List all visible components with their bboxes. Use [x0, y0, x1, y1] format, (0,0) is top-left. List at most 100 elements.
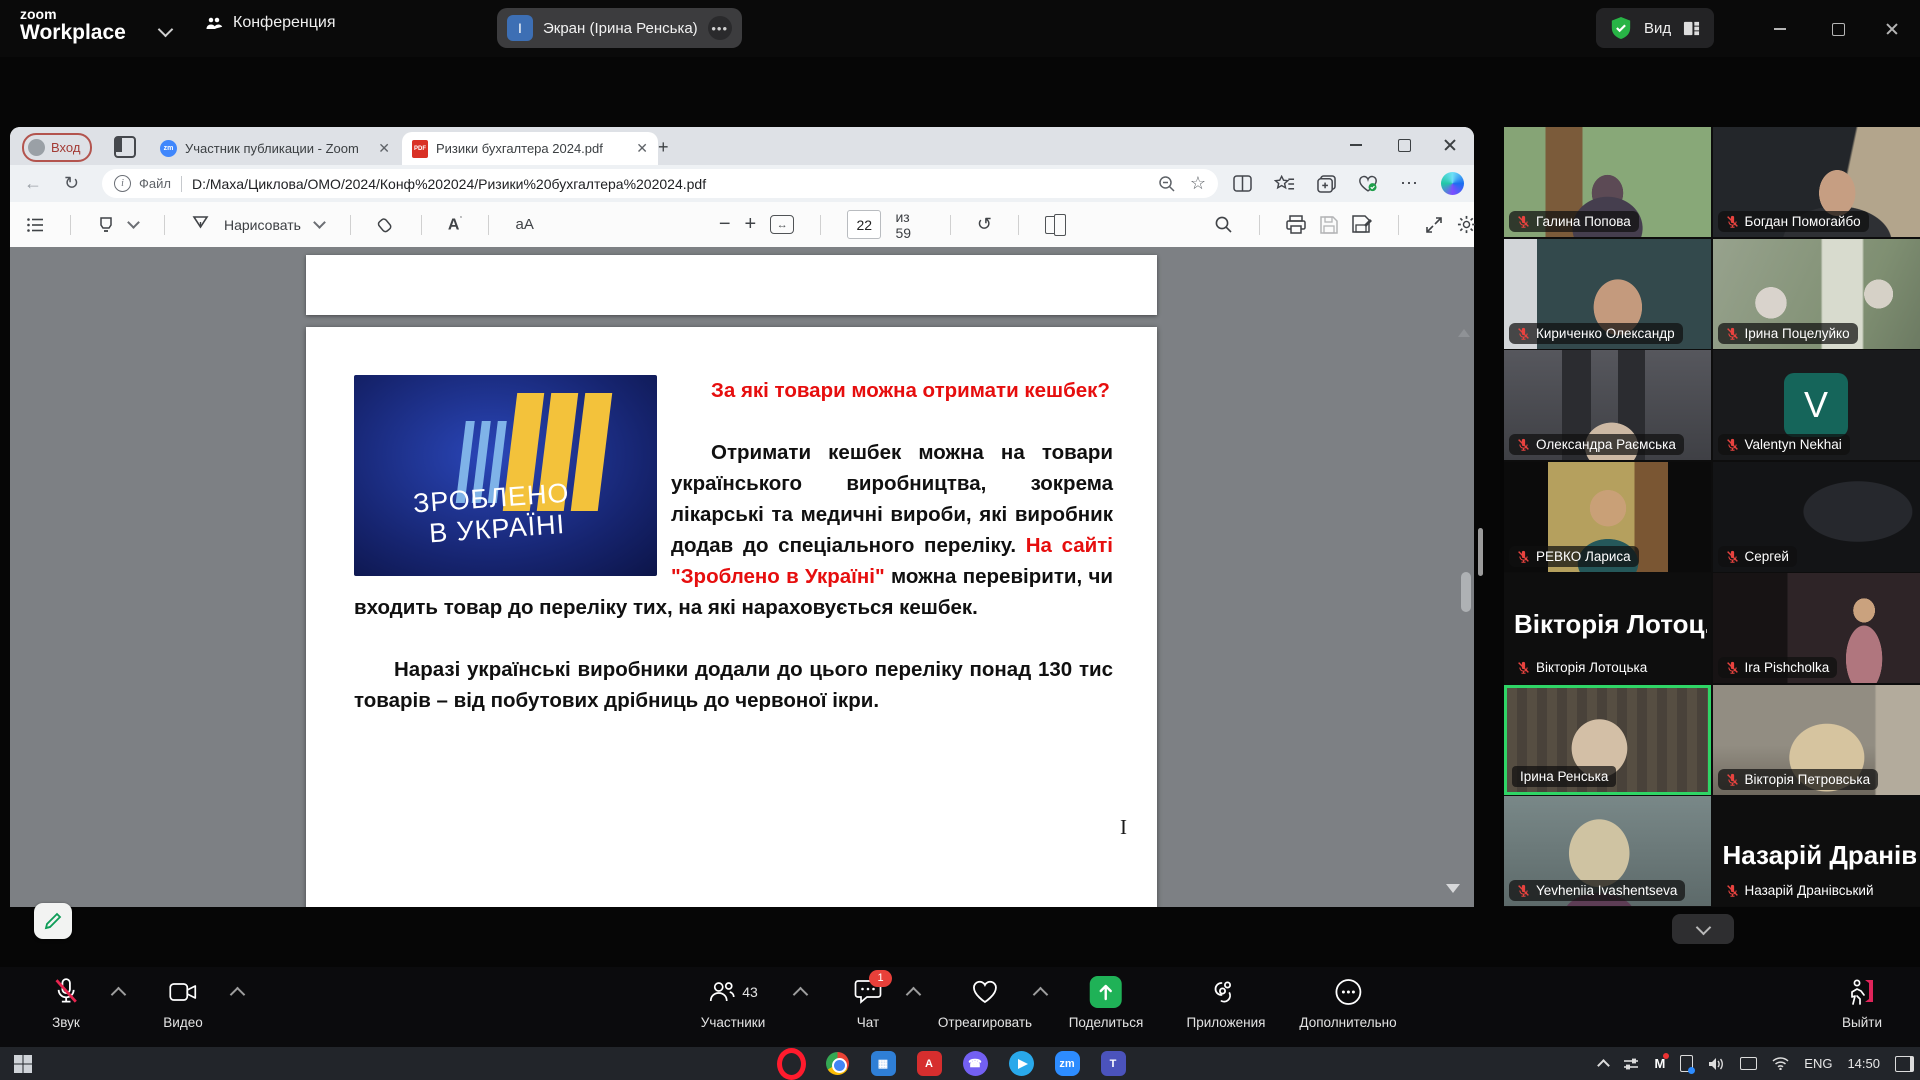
participant-tile[interactable]: РЕВКО Лариса — [1504, 462, 1711, 572]
back-icon[interactable]: ← — [24, 173, 42, 194]
browser-tab-zoom[interactable]: zm Участник публикации - Zoom ✕ — [150, 132, 400, 165]
video-button[interactable]: Видео — [163, 976, 202, 1030]
browser-settings-more-icon[interactable]: ⋯ — [1400, 173, 1419, 194]
scroll-down-arrow[interactable] — [1446, 884, 1460, 893]
participant-tile-active-speaker[interactable]: Ірина Ренська — [1504, 685, 1711, 795]
view-controls[interactable]: Вид — [1596, 8, 1714, 48]
restore-button[interactable] — [1818, 16, 1858, 42]
tab-close-icon[interactable]: ✕ — [636, 140, 648, 157]
collections-icon[interactable] — [1317, 175, 1336, 193]
meeting-tab[interactable]: Конференция — [205, 14, 336, 32]
scroll-up-arrow[interactable] — [1458, 329, 1470, 337]
language-indicator[interactable]: ENG — [1804, 1056, 1832, 1071]
tray-mail-icon[interactable]: M — [1654, 1056, 1665, 1071]
tab-search-icon[interactable] — [114, 136, 136, 158]
zoom-in-icon[interactable]: + — [745, 213, 757, 236]
print-icon[interactable] — [1286, 215, 1306, 234]
save-as-icon[interactable] — [1352, 215, 1372, 234]
share-more-icon[interactable]: ••• — [708, 16, 732, 40]
display-icon[interactable] — [1740, 1057, 1757, 1070]
participant-tile[interactable]: Ірина Поцелуйко — [1713, 239, 1920, 349]
settings-gear-icon[interactable] — [1457, 215, 1476, 234]
participant-tile[interactable]: Вікторія Петровська — [1713, 685, 1920, 795]
taskbar-app-viber[interactable]: ☎ — [952, 1047, 998, 1080]
participants-options-caret[interactable] — [793, 987, 809, 1003]
address-field[interactable]: i Файл D:/Maxa/Циклова/ОМО/2024/Конф%202… — [102, 169, 1218, 198]
draw-pen-icon[interactable] — [191, 215, 210, 234]
reactions-button[interactable]: Отреагировать — [938, 976, 1032, 1030]
audio-options-caret[interactable] — [111, 987, 127, 1003]
participant-tile[interactable]: VValentyn Nekhai — [1713, 350, 1920, 460]
participant-tile[interactable]: Сергей — [1713, 462, 1920, 572]
phone-link-icon[interactable] — [1680, 1055, 1693, 1072]
copilot-icon[interactable] — [1441, 172, 1464, 195]
participant-tile[interactable]: Ira Pishcholka — [1713, 573, 1920, 683]
participant-tile[interactable]: Кириченко Олександр — [1504, 239, 1711, 349]
new-tab-button[interactable]: + — [658, 137, 669, 158]
mixer-icon[interactable] — [1623, 1057, 1639, 1071]
panel-resize-handle[interactable] — [1478, 528, 1483, 576]
audio-button[interactable]: Звук — [52, 976, 80, 1030]
clock[interactable]: 14:50 — [1847, 1056, 1880, 1071]
address-url[interactable]: D:/Maxa/Циклова/ОМО/2024/Конф%202024/Риз… — [192, 176, 1144, 192]
tab-close-icon[interactable]: ✕ — [378, 140, 390, 157]
start-button[interactable] — [0, 1047, 46, 1080]
draw-dropdown-icon[interactable] — [313, 216, 326, 229]
favorites-bar-icon[interactable] — [1274, 175, 1295, 193]
participant-tile[interactable]: Олександра Раємська — [1504, 350, 1711, 460]
minimize-button[interactable] — [1760, 16, 1800, 42]
browser-tab-pdf[interactable]: PDF Ризики бухгалтера 2024.pdf ✕ — [402, 132, 658, 165]
participant-tile[interactable]: Yevheniia Ivashentseva — [1504, 796, 1711, 906]
participants-button[interactable]: 43 Участники — [701, 976, 766, 1030]
wifi-icon[interactable] — [1772, 1057, 1789, 1070]
chat-button[interactable]: 1 Чат — [854, 976, 882, 1030]
reload-icon[interactable]: ↻ — [64, 173, 79, 194]
scrollbar-thumb[interactable] — [1461, 572, 1471, 612]
pdf-viewer[interactable]: ЗРОБЛЕНО В УКРАЇНІ За які товари можна о… — [10, 247, 1474, 907]
participant-tile[interactable]: Вікторія Лотоц...Вікторія Лотоцька — [1504, 573, 1711, 683]
browser-close-button[interactable] — [1428, 127, 1472, 163]
taskbar-app-teams[interactable]: T — [1090, 1047, 1136, 1080]
participant-tile[interactable]: Богдан Помогайбо — [1713, 127, 1920, 237]
browser-essentials-icon[interactable] — [1358, 175, 1378, 193]
participant-tile[interactable]: Назарій Дранів...Назарій Дранівський — [1713, 796, 1920, 906]
browser-restore-button[interactable] — [1382, 127, 1426, 163]
page-info-icon[interactable]: i — [114, 175, 131, 192]
browser-profile-button[interactable]: Вход — [22, 133, 92, 162]
reactions-options-caret[interactable] — [1033, 987, 1049, 1003]
taskbar-app-chrome[interactable] — [814, 1047, 860, 1080]
notifications-icon[interactable] — [1895, 1056, 1914, 1072]
taskbar-app-blue[interactable]: ▦ — [860, 1047, 906, 1080]
annotation-pencil-button[interactable] — [34, 903, 72, 939]
zoom-out-icon[interactable]: − — [719, 213, 731, 236]
video-options-caret[interactable] — [230, 987, 246, 1003]
fit-to-width-icon[interactable]: ↔ — [770, 215, 794, 234]
taskbar-app-opera[interactable] — [768, 1047, 814, 1080]
split-screen-icon[interactable] — [1233, 175, 1252, 192]
fullscreen-icon[interactable] — [1425, 216, 1443, 234]
taskbar-app-zoom[interactable]: zm — [1044, 1047, 1090, 1080]
chat-options-caret[interactable] — [906, 987, 922, 1003]
browser-minimize-button[interactable] — [1334, 127, 1378, 163]
draw-button-label[interactable]: Нарисовать — [224, 217, 301, 233]
apps-button[interactable]: Приложения — [1187, 976, 1266, 1030]
zoom-out-page-icon[interactable] — [1158, 175, 1176, 193]
page-view-icon[interactable] — [1045, 216, 1064, 234]
speaker-icon[interactable] — [1708, 1057, 1725, 1071]
rotate-icon[interactable]: ↺ — [977, 214, 992, 235]
close-button[interactable] — [1872, 16, 1912, 42]
read-aloud-icon[interactable]: Aʾ — [448, 215, 463, 234]
page-number-input[interactable]: 22 — [847, 210, 881, 239]
favorites-star-icon[interactable]: ☆ — [1190, 173, 1206, 194]
more-button[interactable]: Дополнительно — [1299, 976, 1396, 1030]
highlighter-dropdown-icon[interactable] — [127, 216, 140, 229]
translate-icon[interactable]: aА — [515, 216, 533, 233]
taskbar-app-red[interactable]: A — [906, 1047, 952, 1080]
taskbar-app-telegram[interactable] — [998, 1047, 1044, 1080]
eraser-icon[interactable] — [377, 216, 395, 234]
share-screen-button[interactable]: Поделиться — [1069, 976, 1144, 1030]
leave-button[interactable]: Выйти — [1842, 976, 1882, 1030]
search-icon[interactable] — [1214, 215, 1233, 234]
gallery-collapse-button[interactable] — [1672, 914, 1734, 944]
table-of-contents-icon[interactable] — [26, 216, 44, 234]
